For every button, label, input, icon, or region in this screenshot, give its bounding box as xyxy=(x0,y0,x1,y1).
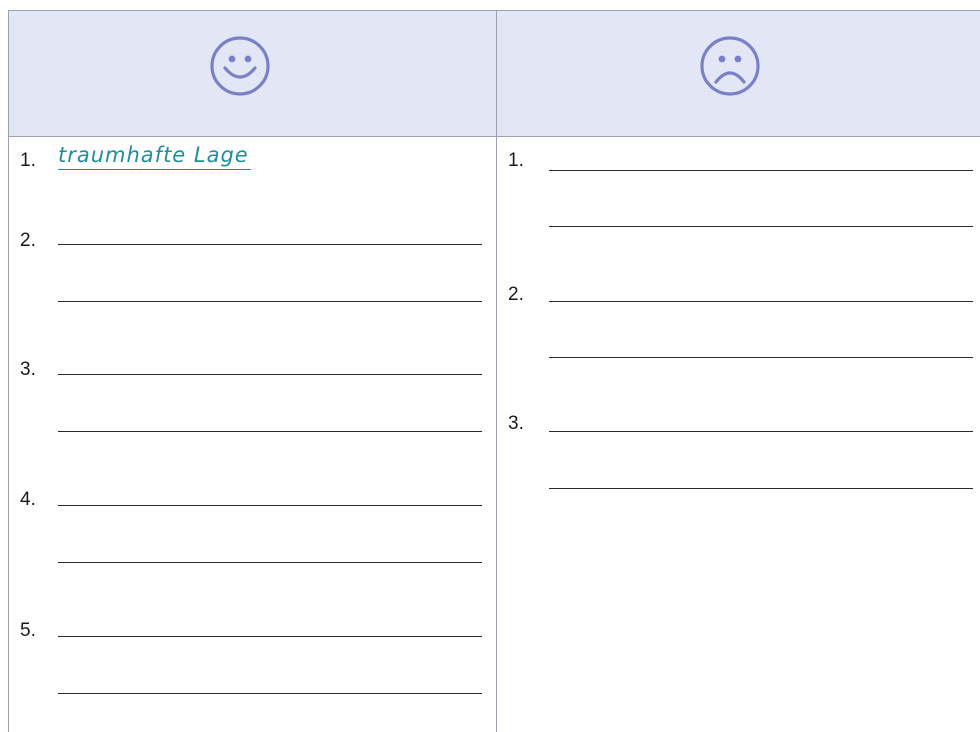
left-item-number-1: 1. xyxy=(20,150,36,171)
left-item-number-2: 2. xyxy=(20,230,36,251)
left-item-answer-1: traumhafte Lage xyxy=(58,143,251,170)
right-item-1-answer-line-1[interactable] xyxy=(549,170,973,171)
left-item-number-3: 3. xyxy=(20,359,36,380)
right-item-3-answer-line-1[interactable] xyxy=(549,431,973,432)
right-item-number-2: 2. xyxy=(508,284,524,305)
left-item-4-answer-line-1[interactable] xyxy=(58,505,482,506)
left-item-number-4: 4. xyxy=(20,489,36,510)
right-item-number-1: 1. xyxy=(508,150,524,171)
table-left-border xyxy=(8,10,9,732)
left-item-3-answer-line-2[interactable] xyxy=(58,431,482,432)
left-item-2-answer-line-2[interactable] xyxy=(58,301,482,302)
right-item-1-answer-line-2[interactable] xyxy=(549,226,973,227)
left-item-number-5: 5. xyxy=(20,620,36,641)
left-item-5-answer-line-2[interactable] xyxy=(58,693,482,694)
column-divider xyxy=(496,10,497,732)
left-item-4-answer-line-2[interactable] xyxy=(58,562,482,563)
left-item-3-answer-line-1[interactable] xyxy=(58,374,482,375)
sad-face-icon xyxy=(698,34,762,98)
table-header xyxy=(8,10,980,137)
right-item-3-answer-line-2[interactable] xyxy=(549,488,973,489)
worksheet-table: 1. traumhafte Lage 2. 3. 4. 5. 1. 2. 3. xyxy=(0,0,980,732)
right-item-2-answer-line-2[interactable] xyxy=(549,357,973,358)
right-item-2-answer-line-1[interactable] xyxy=(549,301,973,302)
right-item-number-3: 3. xyxy=(508,413,524,434)
smiley-face-icon xyxy=(208,34,272,98)
left-item-2-answer-line-1[interactable] xyxy=(58,244,482,245)
left-item-5-answer-line-1[interactable] xyxy=(58,636,482,637)
